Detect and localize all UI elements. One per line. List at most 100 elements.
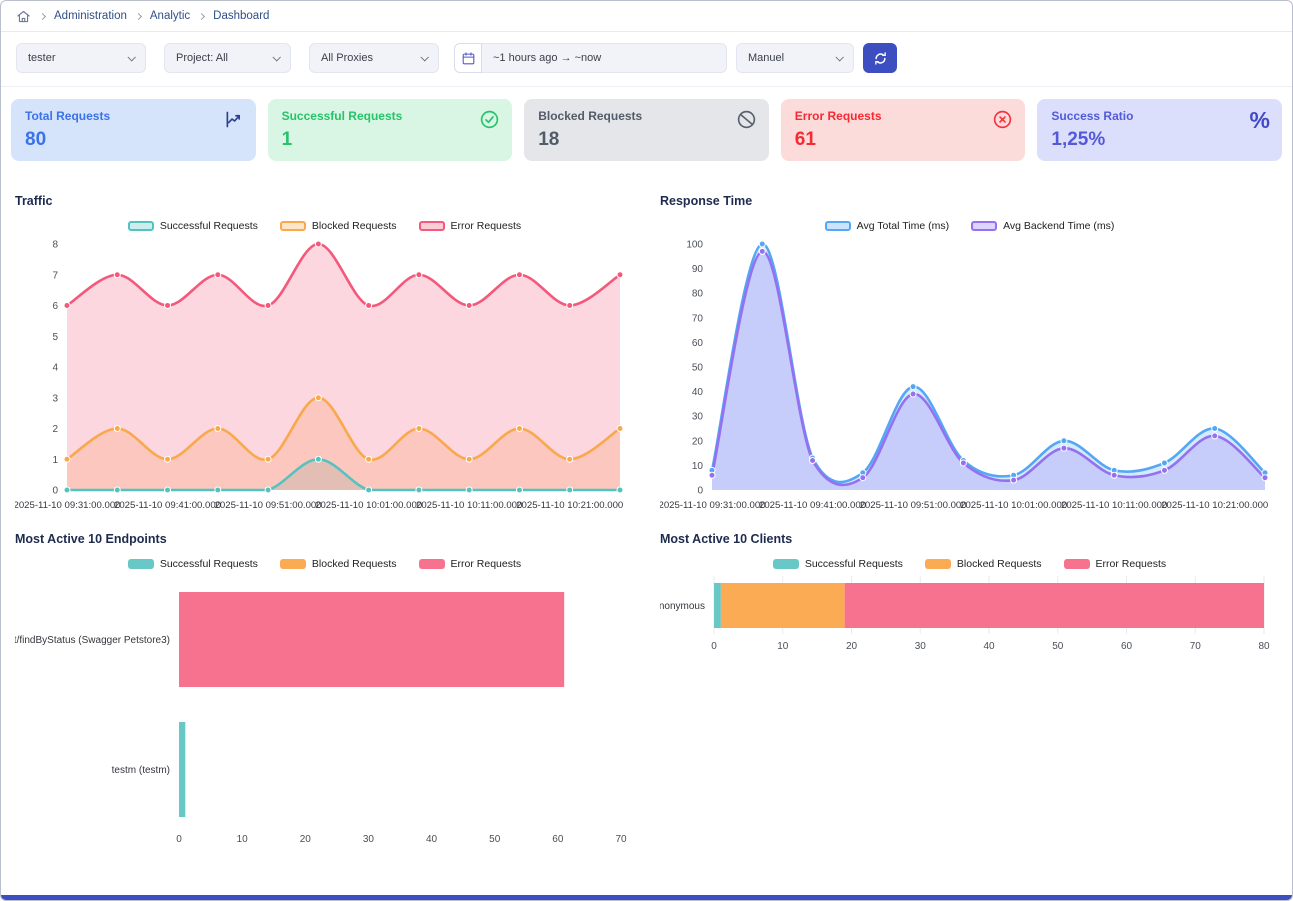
traffic-legend: Successful Requests Blocked Requests Error… — [15, 218, 634, 234]
axis-label: 2025-11-10 09:31:00.000 — [15, 500, 121, 511]
axis-label: 50 — [692, 363, 704, 374]
axis-label: 30 — [915, 641, 927, 652]
axis-label: 70 — [692, 313, 704, 324]
legend-swatch — [925, 559, 951, 569]
legend-swatch — [280, 559, 306, 569]
axis-label: 60 — [692, 338, 704, 349]
stat-card-value: 61 — [795, 129, 1012, 151]
axis-label: 80 — [1258, 641, 1270, 652]
legend-item-error-requests[interactable]: Error Requests — [419, 220, 522, 232]
axis-label: 60 — [552, 834, 564, 845]
data-point — [114, 426, 120, 432]
legend-item-error-requests[interactable]: Error Requests — [419, 558, 522, 570]
response-time-legend: Avg Total Time (ms) Avg Backend Time (ms) — [660, 218, 1279, 234]
legend-label: Avg Backend Time (ms) — [1003, 220, 1114, 232]
project-select[interactable]: Project: All — [164, 43, 291, 73]
breadcrumb-item-analytic[interactable]: Analytic — [150, 10, 190, 22]
response-time-chart[interactable]: 01020304050607080901002025-11-10 09:31:0… — [660, 238, 1279, 520]
endpoints-legend: Successful Requests Blocked Requests Error… — [15, 556, 634, 572]
axis-label: 40 — [426, 834, 438, 845]
axis-label: 80 — [692, 289, 704, 300]
axis-label: 0 — [176, 834, 182, 845]
percent-icon: % — [1250, 109, 1270, 132]
traffic-chart[interactable]: 0123456782025-11-10 09:31:00.0002025-11-… — [15, 238, 634, 520]
data-point — [315, 395, 321, 401]
axis-label: 7 — [52, 270, 58, 281]
data-point — [567, 303, 573, 309]
endpoints-chart[interactable]: /pet/findByStatus (Swagger Petstore3) tes… — [15, 576, 634, 852]
legend-item-avg-total-time-ms[interactable]: Avg Total Time (ms) — [825, 220, 949, 232]
data-point — [910, 384, 916, 390]
data-point — [64, 303, 70, 309]
data-point — [466, 487, 472, 493]
date-range-group — [454, 43, 727, 73]
chart-title: Most Active 10 Clients — [660, 532, 1279, 546]
legend-item-successful-requests[interactable]: Successful Requests — [128, 558, 258, 570]
legend-swatch — [773, 559, 799, 569]
data-point — [315, 241, 321, 247]
clients-chart[interactable]: anonymous01020304050607080 — [660, 576, 1279, 660]
legend-item-blocked-requests[interactable]: Blocked Requests — [280, 558, 397, 570]
clients-chart-block: Most Active 10 Clients Successful Reques… — [660, 520, 1279, 852]
data-point — [416, 272, 422, 278]
bar-segment-blocked-requests — [721, 583, 845, 628]
legend-label: Blocked Requests — [957, 558, 1042, 570]
stat-card-label: Error Requests — [795, 109, 1012, 123]
calendar-button[interactable] — [454, 43, 482, 73]
home-icon[interactable] — [16, 9, 31, 24]
stat-card-label: Blocked Requests — [538, 109, 755, 123]
stat-card-value: 1,25% — [1051, 129, 1268, 151]
axis-label: /pet/findByStatus (Swagger Petstore3) — [15, 635, 170, 646]
axis-label: 40 — [983, 641, 995, 652]
legend-swatch — [128, 559, 154, 569]
data-point — [516, 487, 522, 493]
refresh-mode-select[interactable]: Manuel — [736, 43, 854, 73]
axis-label: 2025-11-10 10:21:00.000 — [1161, 500, 1268, 511]
axis-label: 2025-11-10 09:31:00.000 — [660, 500, 766, 511]
series-area-error-requests — [67, 244, 620, 490]
legend-swatch — [419, 221, 445, 231]
legend-label: Successful Requests — [160, 558, 258, 570]
legend-item-successful-requests[interactable]: Successful Requests — [773, 558, 903, 570]
data-point — [64, 487, 70, 493]
date-range-input[interactable] — [482, 43, 727, 73]
stat-card-value: 80 — [25, 129, 242, 151]
traffic-chart-block: Traffic Successful RequestsBlocked Reque… — [15, 182, 634, 520]
breadcrumb-item-administration[interactable]: Administration — [54, 10, 127, 22]
data-point — [165, 456, 171, 462]
check-circle-icon — [479, 109, 500, 135]
legend-item-successful-requests[interactable]: Successful Requests — [128, 220, 258, 232]
legend-item-avg-backend-time-ms[interactable]: Avg Backend Time (ms) — [971, 220, 1114, 232]
data-point — [810, 457, 816, 463]
legend-swatch — [971, 221, 997, 231]
legend-item-blocked-requests[interactable]: Blocked Requests — [925, 558, 1042, 570]
data-point — [114, 487, 120, 493]
legend-swatch — [825, 221, 851, 231]
data-point — [366, 487, 372, 493]
axis-label: 2025-11-10 09:41:00.000 — [759, 500, 866, 511]
stat-card-blocked-requests: Blocked Requests 18 — [524, 99, 769, 161]
legend-item-blocked-requests[interactable]: Blocked Requests — [280, 220, 397, 232]
refresh-icon — [873, 51, 888, 66]
data-point — [516, 426, 522, 432]
legend-item-error-requests[interactable]: Error Requests — [1064, 558, 1167, 570]
axis-label: 2025-11-10 09:51:00.000 — [860, 500, 967, 511]
data-point — [265, 487, 271, 493]
axis-label: 10 — [692, 461, 704, 472]
proxy-select[interactable]: All Proxies — [309, 43, 439, 73]
stat-card-value: 18 — [538, 129, 755, 151]
axis-label: 0 — [711, 641, 717, 652]
bar-segment-successful-requests — [179, 722, 185, 817]
axis-label: 40 — [692, 387, 704, 398]
blocked-icon — [736, 109, 757, 135]
data-point — [1161, 460, 1167, 466]
axis-label: 20 — [846, 641, 858, 652]
stat-card-error-requests: Error Requests 61 — [781, 99, 1026, 161]
breadcrumb-item-dashboard[interactable]: Dashboard — [213, 10, 269, 22]
axis-label: testm (testm) — [112, 765, 170, 776]
chevron-down-icon — [272, 53, 280, 61]
data-point — [265, 303, 271, 309]
data-point — [1262, 475, 1268, 481]
user-select[interactable]: tester — [16, 43, 146, 73]
refresh-button[interactable] — [863, 43, 897, 73]
